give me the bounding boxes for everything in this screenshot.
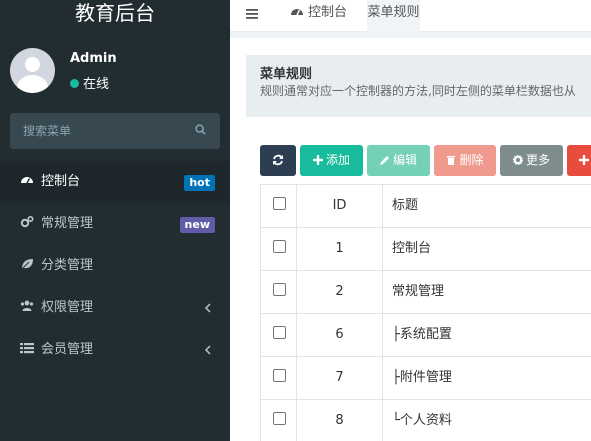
sidebar-item-label: 会员管理 [41,342,94,357]
hot-badge: hot [184,175,215,191]
app-logo-title[interactable]: 教育后台 [0,0,230,30]
row-id: 1 [297,228,383,271]
user-panel: Admin 在线 [10,45,220,95]
plus-icon [312,155,323,165]
row-checkbox[interactable] [273,240,286,253]
search-icon[interactable] [195,124,206,135]
row-id: 8 [297,400,383,441]
row-title: ├系统配置 [392,327,452,342]
row-checkbox[interactable] [273,283,286,296]
chevron-left-icon [204,303,211,313]
more-button[interactable]: 更多 [500,145,563,176]
group-icon [20,300,34,311]
add-button[interactable]: 添加 [300,145,363,176]
dashboard-icon [291,9,303,16]
row-title: 常规管理 [392,284,445,299]
column-header-id[interactable]: ID [297,185,383,228]
delete-button-label: 删除 [459,153,484,167]
table-header-row: ID 标题 [260,185,591,228]
table-row: 1 控制台 [260,228,591,271]
sidebar-item-general[interactable]: 常规管理 new [0,203,230,245]
select-all-cell [260,185,297,228]
hamburger-menu-icon[interactable] [246,8,260,20]
refresh-button[interactable] [260,145,296,176]
avatar [10,48,55,93]
row-id: 7 [297,357,383,400]
column-header-title[interactable]: 标题 [383,185,591,228]
row-check-cell [260,314,297,357]
row-title: 控制台 [392,241,432,256]
row-check-cell [260,228,297,271]
main-content: 菜单规则 规则通常对应一个控制器的方法,同时左侧的菜单栏数据也从 添加 编辑 删… [230,38,591,441]
tab-label: 控制台 [308,5,348,20]
cogs-icon [20,215,34,228]
sidebar-item-category[interactable]: 分类管理 [0,245,230,287]
table-row: 7 ├附件管理 [260,357,591,400]
row-check-cell [260,400,297,441]
panel-description: 规则通常对应一个控制器的方法,同时左侧的菜单栏数据也从 [260,84,576,98]
sidebar-item-label: 控制台 [41,174,81,189]
panel-heading: 菜单规则 规则通常对应一个控制器的方法,同时左侧的菜单栏数据也从 [246,55,591,117]
user-status-label: 在线 [83,77,110,92]
sidebar-item-label: 常规管理 [41,216,94,231]
sidebar-menu: 控制台 hot 常规管理 new 分类管理 权限管理 会员管理 [0,161,230,371]
refresh-icon [273,154,283,166]
plus-icon [579,155,589,165]
sidebar-item-auth[interactable]: 权限管理 [0,287,230,329]
row-checkbox[interactable] [273,326,286,339]
select-all-checkbox[interactable] [273,197,286,210]
user-status: 在线 [70,73,109,92]
sidebar-item-label: 分类管理 [41,258,94,273]
edit-button-label: 编辑 [392,153,417,167]
edit-button[interactable]: 编辑 [367,145,430,176]
dashboard-icon [21,177,33,184]
tab-label: 菜单规则 [367,5,420,20]
row-check-cell [260,271,297,314]
leaf-icon [21,259,33,270]
delete-button[interactable]: 删除 [434,145,496,176]
user-name: Admin [70,51,117,66]
more-button-label: 更多 [525,153,550,167]
sidebar: 教育后台 Admin 在线 控制台 hot 常规管理 [0,0,230,441]
tab-dashboard[interactable]: 控制台 [290,0,347,32]
new-badge: new [179,217,215,233]
tab-menu-rules[interactable]: 菜单规则 [367,0,420,32]
top-navbar: 控制台 菜单规则 [230,0,591,32]
row-checkbox[interactable] [273,369,286,382]
table-row: 8 └个人资料 [260,400,591,441]
online-dot-icon [70,79,79,88]
sidebar-item-label: 权限管理 [41,300,94,315]
row-checkbox[interactable] [273,412,286,425]
add-button-label: 添加 [325,153,350,167]
list-icon [20,343,34,354]
gear-icon [512,155,523,165]
extra-add-button[interactable] [567,145,591,176]
sidebar-search [10,113,220,149]
pencil-icon [379,156,389,165]
row-id: 6 [297,314,383,357]
sidebar-item-members[interactable]: 会员管理 [0,329,230,371]
chevron-left-icon [204,345,211,355]
row-id: 2 [297,271,383,314]
row-title: └个人资料 [392,413,452,428]
search-input[interactable] [10,113,180,149]
row-check-cell [260,357,297,400]
table-row: 6 ├系统配置 [260,314,591,357]
table-row: 2 常规管理 [260,271,591,314]
row-title: ├附件管理 [392,370,452,385]
rules-table: ID 标题 1 控制台 2 常规管理 6 ├系统配置 7 ├附件管理 8 └个人… [260,184,591,441]
trash-icon [447,156,456,165]
sidebar-item-dashboard[interactable]: 控制台 hot [0,161,230,203]
panel-title: 菜单规则 [260,67,313,82]
